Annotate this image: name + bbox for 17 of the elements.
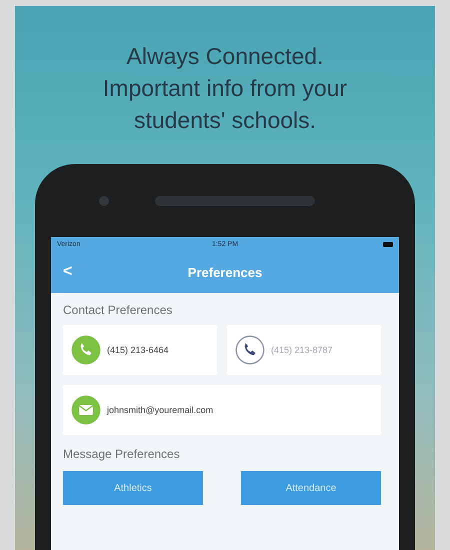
camera-icon [99,196,109,206]
nav-title: Preferences [188,264,262,280]
email-address: johnsmith@youremail.com [107,405,214,415]
back-button[interactable]: < [51,263,84,281]
section-heading: Contact Preferences [63,303,174,317]
section-heading: Message Preferences [63,447,181,461]
headline-text: students' schools. [132,106,318,135]
headline-text: Important info from your [102,74,348,103]
phone-number: (415) 213-8787 [271,345,333,355]
email-card[interactable]: johnsmith@youremail.com [63,385,381,435]
phone-card[interactable]: (415) 213-6464 [63,325,217,375]
headline-text: Always Connected. [126,42,324,71]
battery-icon [383,242,393,246]
category-button[interactable]: Athletics [63,471,203,505]
category-button[interactable]: Attendance [241,471,381,505]
phone-number: (415) 213-6464 [107,345,169,355]
phone-card[interactable]: (415) 213-8787 [227,325,381,375]
